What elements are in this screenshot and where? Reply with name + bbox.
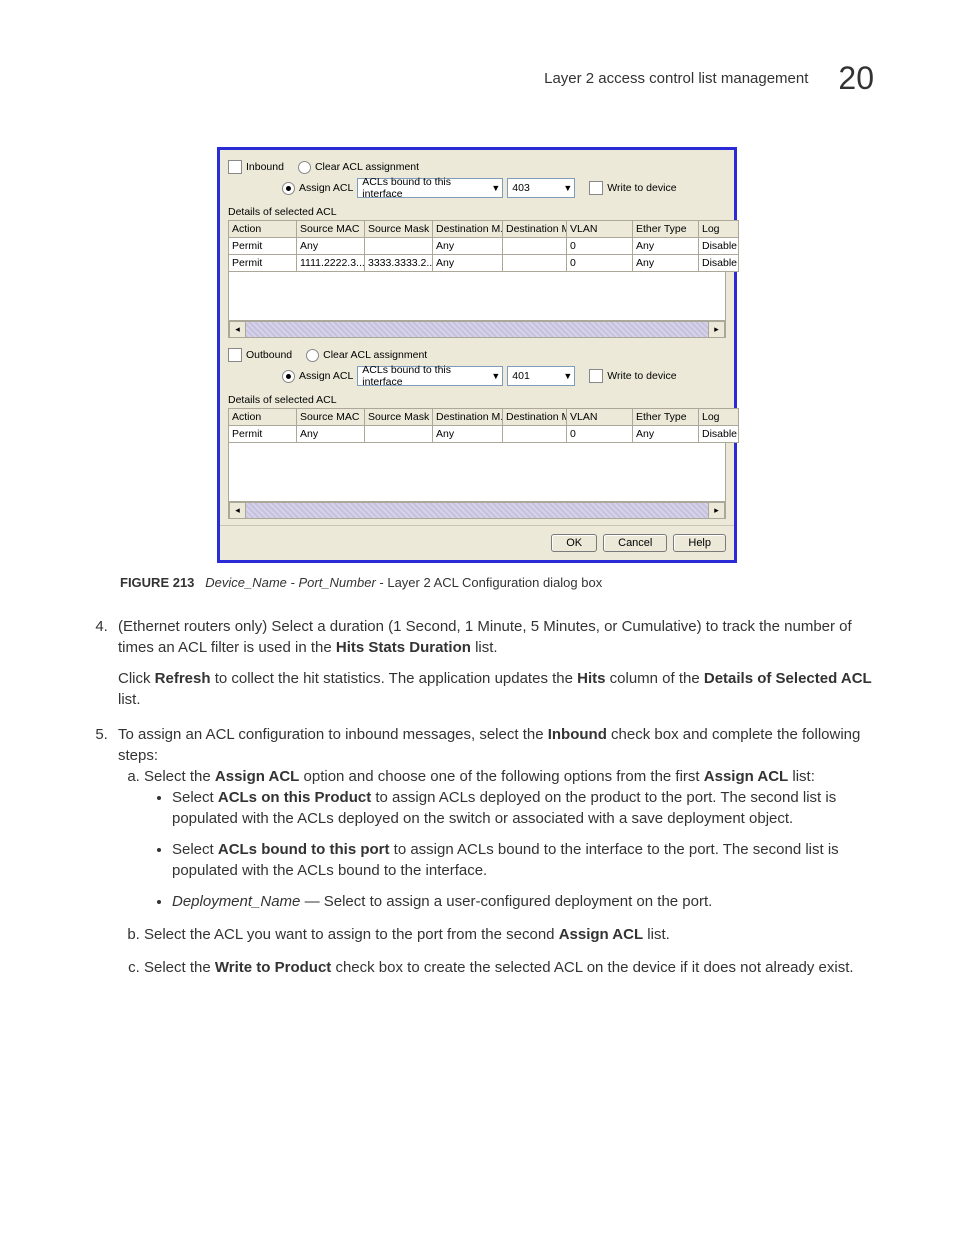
chevron-down-icon: ▼ xyxy=(491,184,500,193)
instruction-steps: (Ethernet routers only) Select a duratio… xyxy=(80,616,874,978)
bullet-item: Select ACLs bound to this port to assign… xyxy=(172,839,874,881)
col-header[interactable]: Destination M... xyxy=(433,221,503,238)
table-row[interactable]: Permit Any Any 0 Any Disable xyxy=(229,426,739,443)
col-header[interactable]: Ether Type xyxy=(633,409,699,426)
col-header[interactable]: VLAN xyxy=(567,221,633,238)
scroll-right-icon[interactable]: ▸ xyxy=(708,322,725,337)
outbound-acl-scope-select[interactable]: ACLs bound to this interface▼ xyxy=(357,366,503,386)
outbound-details-title: Details of selected ACL xyxy=(228,394,726,406)
section-title: Layer 2 access control list management xyxy=(544,70,808,87)
ok-button[interactable]: OK xyxy=(551,534,597,552)
col-header[interactable]: Action xyxy=(229,221,297,238)
col-header[interactable]: Log xyxy=(699,221,739,238)
substep-a: Select the Assign ACL option and choose … xyxy=(144,766,874,912)
outbound-table-empty-area xyxy=(228,443,726,502)
outbound-label: Outbound xyxy=(246,349,292,361)
substep-b: Select the ACL you want to assign to the… xyxy=(144,924,874,945)
cancel-button[interactable]: Cancel xyxy=(603,534,667,552)
inbound-write-label: Write to device xyxy=(607,182,676,194)
table-row[interactable]: Permit 1111.2222.3... 3333.3333.2... Any… xyxy=(229,255,739,272)
inbound-assign-radio[interactable] xyxy=(282,182,295,195)
col-header[interactable]: Destination M... xyxy=(503,221,567,238)
chevron-down-icon: ▼ xyxy=(491,372,500,381)
outbound-clear-radio[interactable] xyxy=(306,349,319,362)
step-4: (Ethernet routers only) Select a duratio… xyxy=(112,616,874,710)
substep-c: Select the Write to Product check box to… xyxy=(144,957,874,978)
col-header[interactable]: Action xyxy=(229,409,297,426)
table-row[interactable]: Permit Any Any 0 Any Disable xyxy=(229,238,739,255)
acl-config-dialog: Inbound Clear ACL assignment Assign ACL … xyxy=(217,147,737,563)
outbound-details-table: Action Source MAC Source Mask Destinatio… xyxy=(228,408,739,443)
figure-caption: FIGURE 213 Device_Name - Port_Number - L… xyxy=(120,575,874,590)
inbound-clear-label: Clear ACL assignment xyxy=(315,161,419,173)
inbound-clear-radio[interactable] xyxy=(298,161,311,174)
outbound-assign-radio[interactable] xyxy=(282,370,295,383)
inbound-label: Inbound xyxy=(246,161,284,173)
inbound-acl-id-select[interactable]: 403▼ xyxy=(507,178,575,198)
inbound-hscrollbar[interactable]: ◂ ▸ xyxy=(228,321,726,338)
outbound-checkbox[interactable] xyxy=(228,348,242,362)
col-header[interactable]: Log xyxy=(699,409,739,426)
col-header[interactable]: Destination M... xyxy=(503,409,567,426)
bullet-item: Deployment_Name — Select to assign a use… xyxy=(172,891,874,912)
step-5: To assign an ACL configuration to inboun… xyxy=(112,724,874,978)
inbound-details-table: Action Source MAC Source Mask Destinatio… xyxy=(228,220,739,272)
col-header[interactable]: Ether Type xyxy=(633,221,699,238)
outbound-assign-label: Assign ACL xyxy=(299,370,353,382)
outbound-hscrollbar[interactable]: ◂ ▸ xyxy=(228,502,726,519)
col-header[interactable]: Source Mask xyxy=(365,221,433,238)
help-button[interactable]: Help xyxy=(673,534,726,552)
col-header[interactable]: Destination M... xyxy=(433,409,503,426)
outbound-write-label: Write to device xyxy=(607,370,676,382)
inbound-checkbox[interactable] xyxy=(228,160,242,174)
chevron-down-icon: ▼ xyxy=(563,184,572,193)
inbound-table-empty-area xyxy=(228,272,726,321)
page-header: Layer 2 access control list management 2… xyxy=(80,60,874,97)
scroll-right-icon[interactable]: ▸ xyxy=(708,503,725,518)
outbound-clear-label: Clear ACL assignment xyxy=(323,349,427,361)
col-header[interactable]: Source MAC xyxy=(297,409,365,426)
inbound-acl-scope-select[interactable]: ACLs bound to this interface▼ xyxy=(357,178,503,198)
inbound-write-checkbox[interactable] xyxy=(589,181,603,195)
outbound-write-checkbox[interactable] xyxy=(589,369,603,383)
chapter-number: 20 xyxy=(838,60,874,97)
col-header[interactable]: Source MAC xyxy=(297,221,365,238)
col-header[interactable]: VLAN xyxy=(567,409,633,426)
col-header[interactable]: Source Mask xyxy=(365,409,433,426)
bullet-item: Select ACLs on this Product to assign AC… xyxy=(172,787,874,829)
chevron-down-icon: ▼ xyxy=(563,372,572,381)
scroll-left-icon[interactable]: ◂ xyxy=(229,322,246,337)
outbound-acl-id-select[interactable]: 401▼ xyxy=(507,366,575,386)
inbound-assign-label: Assign ACL xyxy=(299,182,353,194)
scroll-left-icon[interactable]: ◂ xyxy=(229,503,246,518)
inbound-details-title: Details of selected ACL xyxy=(228,206,726,218)
